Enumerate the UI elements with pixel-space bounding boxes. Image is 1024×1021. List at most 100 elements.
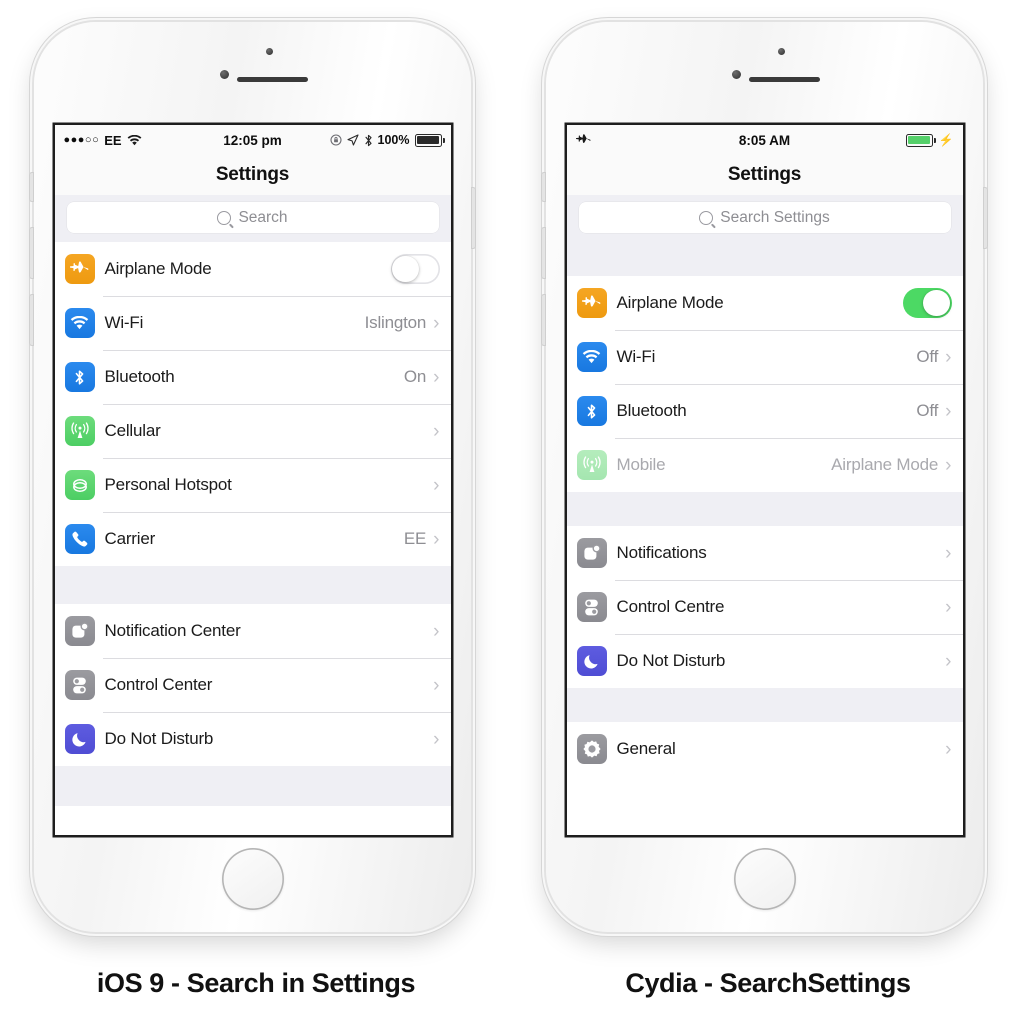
- settings-row-label: Cellular: [104, 421, 161, 440]
- settings-row-do-not-disturb[interactable]: Do Not Disturb ›: [54, 712, 451, 766]
- chevron-right-icon: ›: [945, 400, 952, 422]
- battery-percent-label: 100%: [377, 133, 410, 147]
- phone-device-left: ●●●○○ EE 12:05 pm 100% Settings Search A…: [29, 22, 476, 932]
- chevron-right-icon: ›: [945, 346, 952, 368]
- settings-row-value: Off: [916, 401, 939, 420]
- section-gap: [54, 566, 451, 604]
- settings-group-2-left: Notification Center › Control Center › Do No…: [54, 604, 451, 766]
- settings-row-label: Notification Center: [104, 621, 241, 640]
- phone-screen-right: 8:05 AM ⚡ Settings Search Settings Airpl…: [566, 125, 963, 835]
- search-placeholder: Search Settings: [720, 208, 830, 226]
- settings-row-label: Wi-Fi: [616, 347, 656, 366]
- chevron-right-icon: ›: [433, 674, 440, 696]
- settings-row-cellular[interactable]: Cellular ›: [54, 404, 451, 458]
- volume-up-button[interactable]: [29, 227, 34, 279]
- search-input-left[interactable]: Search: [66, 202, 439, 233]
- phone-device-right: 8:05 AM ⚡ Settings Search Settings Airpl…: [541, 22, 988, 932]
- settings-row-personal-hotspot[interactable]: Personal Hotspot ›: [54, 458, 451, 512]
- carrier-label: EE: [104, 132, 122, 148]
- power-button[interactable]: [471, 187, 476, 249]
- settings-row-notification-center[interactable]: Notification Center ›: [54, 604, 451, 658]
- section-gap: [566, 688, 963, 722]
- ring-switch[interactable]: [541, 172, 546, 202]
- proximity-sensor-icon: [265, 48, 273, 55]
- phone-handset-icon: [64, 524, 95, 554]
- chevron-right-icon: ›: [433, 312, 440, 334]
- settings-row-control-center[interactable]: Control Center ›: [54, 658, 451, 712]
- settings-group-2-right: Notifications › Control Centre › Do Not Dist…: [566, 526, 963, 688]
- chevron-right-icon: ›: [945, 738, 952, 760]
- settings-row-airplane-mode[interactable]: Airplane Mode: [54, 242, 451, 296]
- settings-row-do-not-disturb[interactable]: Do Not Disturb ›: [566, 634, 963, 688]
- settings-row-control-centre[interactable]: Control Centre ›: [566, 580, 963, 634]
- notifications-icon: [576, 538, 607, 568]
- battery-full-icon: [414, 133, 445, 147]
- settings-row-value: Islington: [364, 313, 427, 332]
- chevron-right-icon: ›: [945, 542, 952, 564]
- bluetooth-icon: [64, 362, 95, 392]
- home-button[interactable]: [221, 848, 284, 910]
- bluetooth-icon: [576, 396, 607, 426]
- settings-row-wi-fi[interactable]: Wi-Fi Islington ›: [54, 296, 451, 350]
- location-arrow-icon: [346, 134, 359, 146]
- chevron-right-icon: ›: [433, 528, 440, 550]
- caption-left: iOS 9 - Search in Settings: [96, 968, 416, 998]
- notifications-icon: [64, 616, 95, 646]
- chevron-right-icon: ›: [433, 728, 440, 750]
- status-bar-right: 8:05 AM ⚡: [566, 125, 963, 155]
- volume-down-button[interactable]: [29, 294, 34, 346]
- settings-row-label: Notifications: [616, 543, 707, 562]
- search-icon: [217, 210, 232, 225]
- settings-row-mobile[interactable]: Mobile Airplane Mode ›: [566, 438, 963, 492]
- settings-row-wi-fi[interactable]: Wi-Fi Off ›: [566, 330, 963, 384]
- settings-row-value: EE: [403, 529, 427, 548]
- settings-group-3-right: General ›: [566, 722, 963, 776]
- nav-title-right: Settings: [566, 155, 963, 195]
- settings-row-general[interactable]: General ›: [566, 722, 963, 776]
- ring-switch[interactable]: [29, 172, 34, 202]
- search-input-right[interactable]: Search Settings: [578, 202, 951, 233]
- home-button[interactable]: [733, 848, 796, 910]
- settings-row-label: Mobile: [616, 455, 666, 474]
- phone-screen-left: ●●●○○ EE 12:05 pm 100% Settings Search A…: [54, 125, 451, 835]
- settings-row-label: Bluetooth: [616, 401, 687, 420]
- front-camera-icon: [731, 70, 741, 79]
- hotspot-link-icon: [64, 470, 95, 500]
- toggle-knob: [392, 255, 419, 283]
- airplane-mode-toggle[interactable]: [902, 288, 952, 318]
- airplane-icon: [575, 133, 591, 148]
- settings-row-airplane-mode[interactable]: Airplane Mode: [566, 276, 963, 330]
- settings-row-bluetooth[interactable]: Bluetooth Off ›: [566, 384, 963, 438]
- nav-title-left: Settings: [54, 155, 451, 195]
- signal-dots-icon: ●●●○○: [63, 133, 100, 146]
- control-center-icon: [64, 670, 95, 700]
- volume-down-button[interactable]: [541, 294, 546, 346]
- wifi-icon: [127, 134, 142, 146]
- chevron-right-icon: ›: [433, 366, 440, 388]
- wifi-icon: [576, 342, 607, 372]
- settings-row-carrier[interactable]: Carrier EE ›: [54, 512, 451, 566]
- volume-up-button[interactable]: [541, 227, 546, 279]
- search-zone-left: Search: [54, 195, 451, 242]
- earpiece-speaker: [748, 77, 820, 82]
- chevron-right-icon: ›: [433, 474, 440, 496]
- chevron-right-icon: ›: [945, 596, 952, 618]
- settings-group-1-left: Airplane Mode Wi-Fi Islington › Bluetooth On ›…: [54, 242, 451, 566]
- settings-row-label: Airplane Mode: [104, 259, 212, 278]
- moon-icon: [576, 646, 607, 676]
- settings-row-label: Wi-Fi: [104, 313, 144, 332]
- settings-row-notifications[interactable]: Notifications ›: [566, 526, 963, 580]
- power-button[interactable]: [983, 187, 988, 249]
- caption-right: Cydia - SearchSettings: [625, 968, 911, 998]
- chevron-right-icon: ›: [433, 420, 440, 442]
- chevron-right-icon: ›: [433, 620, 440, 642]
- gear-icon: [576, 734, 607, 764]
- settings-row-label: Airplane Mode: [616, 293, 724, 312]
- search-placeholder: Search: [238, 208, 288, 226]
- rotation-lock-icon: [329, 134, 342, 146]
- status-bar-left: ●●●○○ EE 12:05 pm 100%: [54, 125, 451, 155]
- settings-row-bluetooth[interactable]: Bluetooth On ›: [54, 350, 451, 404]
- chevron-right-icon: ›: [945, 454, 952, 476]
- airplane-mode-toggle[interactable]: [390, 254, 440, 284]
- battery-charging-icon: [905, 133, 936, 147]
